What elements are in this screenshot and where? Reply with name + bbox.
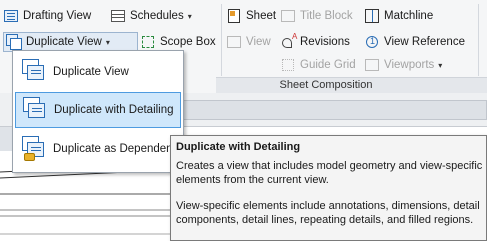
panel-divider [478, 4, 479, 76]
revisions-icon [280, 32, 297, 50]
viewports-label: Viewports [384, 59, 435, 71]
duplicate-view-menu: Duplicate View Duplicate with Detailing … [12, 50, 184, 173]
matchline-button[interactable]: Matchline [364, 6, 433, 26]
viewports-icon [364, 57, 380, 73]
menu-item-label: Duplicate with Detailing [54, 104, 174, 116]
scope-box-button[interactable]: Scope Box [140, 32, 216, 52]
drafting-view-icon [3, 8, 19, 24]
sheet-composition-panel-title: Sheet Composition [279, 79, 373, 91]
drafting-view-label: Drafting View [23, 10, 92, 22]
matchline-icon [364, 8, 380, 24]
panel-title-bar: Sheet Composition [216, 77, 487, 93]
duplicate-with-detailing-icon [22, 97, 48, 123]
menu-item-label: Duplicate as Dependent [53, 143, 176, 155]
view-reference-icon [364, 34, 380, 50]
view-label: View [246, 36, 271, 48]
chevron-down-icon: ▾ [438, 60, 443, 70]
drafting-view-button[interactable]: Drafting View [3, 6, 91, 26]
scope-box-icon [140, 34, 156, 50]
guide-grid-icon [280, 57, 296, 73]
tooltip-details: View-specific elements include annotatio… [176, 200, 480, 226]
schedules-icon [110, 8, 126, 24]
duplicate-as-dependent-icon [21, 136, 47, 162]
tooltip-description: Creates a view that includes model geome… [176, 160, 483, 186]
revisions-button[interactable]: Revisions [280, 32, 350, 52]
tooltip: Duplicate with Detailing Creates a view … [170, 135, 487, 241]
schedules-label: Schedules [130, 10, 184, 22]
view-reference-button[interactable]: View Reference [364, 32, 465, 52]
duplicate-view-icon [21, 59, 47, 85]
revisions-label: Revisions [300, 36, 350, 48]
schedules-button[interactable]: Schedules ▾ [110, 6, 192, 26]
duplicate-view-button[interactable]: Duplicate View ▾ [3, 32, 138, 52]
guide-grid-label: Guide Grid [300, 59, 356, 71]
sheet-icon [226, 8, 242, 24]
title-block-label: Title Block [300, 10, 353, 22]
view-icon [226, 34, 242, 50]
chevron-down-icon: ▾ [187, 11, 192, 21]
sheet-label: Sheet [246, 10, 277, 22]
scope-box-label: Scope Box [160, 36, 216, 48]
view-reference-label: View Reference [384, 36, 465, 48]
title-block-button[interactable]: Title Block [280, 6, 353, 26]
chevron-down-icon: ▾ [105, 37, 110, 47]
menu-item-label: Duplicate View [53, 66, 129, 78]
duplicate-view-label: Duplicate View [26, 36, 102, 48]
viewports-button[interactable]: Viewports ▾ [364, 55, 442, 75]
panel-divider [221, 4, 222, 76]
duplicate-view-icon [6, 34, 22, 50]
sheet-button[interactable]: Sheet [226, 6, 276, 26]
menu-item-duplicate-with-detailing[interactable]: Duplicate with Detailing [15, 92, 181, 128]
menu-item-duplicate-view[interactable]: Duplicate View [15, 54, 181, 90]
matchline-label: Matchline [384, 10, 434, 22]
title-block-icon [280, 8, 296, 24]
view-button[interactable]: View [226, 32, 271, 52]
view-tab-bar[interactable] [183, 100, 487, 120]
tooltip-title: Duplicate with Detailing [176, 141, 301, 153]
guide-grid-button[interactable]: Guide Grid [280, 55, 356, 75]
